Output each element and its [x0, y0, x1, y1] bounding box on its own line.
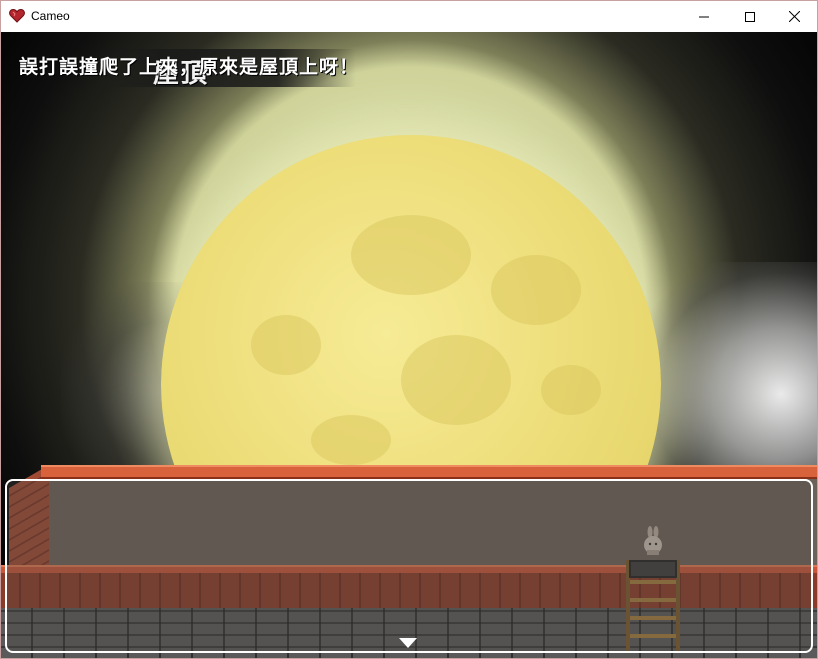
app-window: Cameo 屋頂 誤打誤撞爬了上來，原來是屋頂上呀！ [0, 0, 818, 659]
triangle-down-icon[interactable] [399, 638, 417, 648]
moon-crater [351, 215, 471, 295]
game-viewport[interactable]: 屋頂 誤打誤撞爬了上來，原來是屋頂上呀！ [1, 32, 817, 658]
message-text: 誤打誤撞爬了上來，原來是屋頂上呀！ [19, 56, 360, 78]
close-button[interactable] [771, 1, 817, 32]
roof-parapet [41, 465, 817, 479]
message-window[interactable] [5, 479, 813, 653]
moon-crater [541, 365, 601, 415]
moon-crater [251, 315, 321, 375]
maximize-button[interactable] [727, 1, 773, 32]
window-title: Cameo [31, 9, 70, 23]
title-bar[interactable]: Cameo [1, 1, 817, 32]
minimize-icon [699, 16, 709, 17]
maximize-icon [745, 11, 755, 22]
minimize-button[interactable] [681, 1, 727, 32]
heart-app-icon [9, 9, 25, 23]
moon-crater [491, 255, 581, 325]
close-icon [788, 11, 800, 22]
moon-crater [311, 415, 391, 465]
moon-crater [401, 335, 511, 425]
